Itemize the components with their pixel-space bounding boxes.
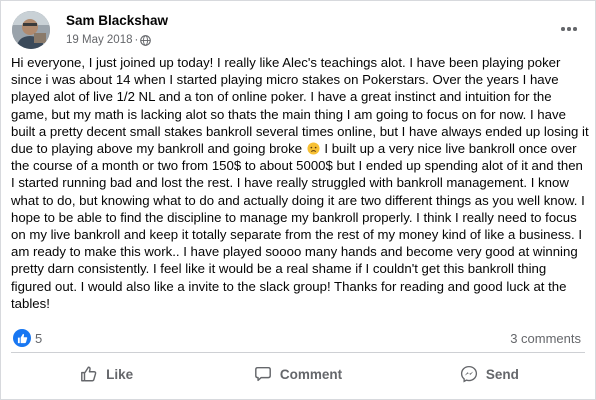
avatar-image [12, 11, 50, 49]
post-actions: Like Comment Send [11, 356, 585, 392]
disappointed-face-emoji [307, 142, 320, 155]
meta-separator: · [134, 34, 139, 46]
globe-icon[interactable] [140, 34, 152, 46]
comment-icon [254, 366, 271, 382]
more-options-icon[interactable] [557, 19, 581, 39]
messenger-icon [460, 365, 477, 383]
reaction-count[interactable]: 5 [35, 331, 42, 346]
comment-button[interactable]: Comment [202, 356, 393, 392]
send-button[interactable]: Send [394, 356, 585, 392]
author-name[interactable]: Sam Blackshaw [66, 13, 168, 28]
post-header: Sam Blackshaw 19 May 2018 · [9, 9, 587, 53]
send-label: Send [485, 366, 519, 382]
post-stats: 5 3 comments [13, 327, 583, 349]
comment-count[interactable]: 3 comments [510, 331, 581, 346]
post-meta: 19 May 2018 · [66, 34, 152, 46]
thumbs-up-icon [81, 366, 97, 382]
like-button[interactable]: Like [11, 356, 202, 392]
like-label: Like [106, 366, 134, 382]
like-reaction-icon[interactable] [13, 329, 31, 347]
post-card: Sam Blackshaw 19 May 2018 · Hi everyone,… [0, 0, 596, 400]
post-body: Hi everyone, I just joined up today! I r… [11, 54, 589, 312]
comment-label: Comment [279, 366, 343, 382]
avatar[interactable] [12, 11, 50, 49]
post-date[interactable]: 19 May 2018 [66, 34, 133, 46]
divider [11, 352, 585, 353]
post-text-part2: I built up a very nice live bankroll onc… [11, 141, 585, 311]
